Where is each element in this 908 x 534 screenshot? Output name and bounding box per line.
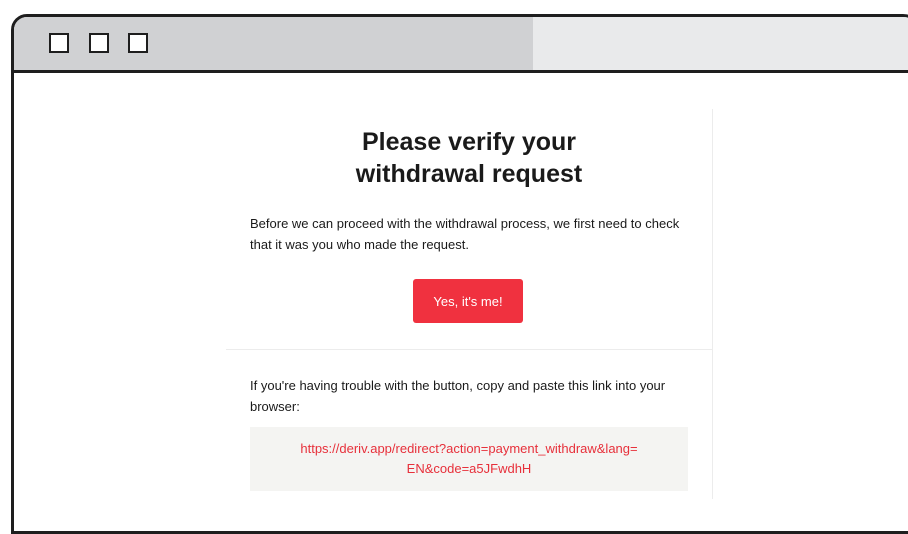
- section-divider: [226, 349, 712, 350]
- email-title-line-2: withdrawal request: [355, 160, 583, 188]
- confirm-button[interactable]: Yes, it's me!: [413, 279, 523, 323]
- fallback-link-box: https://deriv.app/redirect?action=paymen…: [250, 427, 688, 491]
- title-bar-tab-area: [533, 17, 908, 70]
- email-card: Please verify your withdrawal request Be…: [226, 109, 713, 509]
- email-title: Please verify your withdrawal request: [226, 126, 712, 190]
- intro-text: Before we can proceed with the withdrawa…: [250, 216, 680, 252]
- fallback-link-line-1: https://deriv.app/redirect?action=paymen…: [300, 441, 638, 456]
- fallback-link[interactable]: https://deriv.app/redirect?action=paymen…: [300, 441, 637, 476]
- browser-window: Please verify your withdrawal request Be…: [11, 14, 908, 534]
- window-control-square-icon[interactable]: [128, 33, 148, 53]
- card-right-border: [712, 109, 713, 499]
- fallback-text: If you're having trouble with the button…: [250, 378, 666, 414]
- window-control-square-icon[interactable]: [89, 33, 109, 53]
- email-title-line-1: Please verify your: [361, 128, 576, 156]
- fallback-link-line-2: EN&code=a5JFwdhH: [406, 461, 532, 476]
- title-bar: [14, 17, 908, 73]
- window-control-square-icon[interactable]: [49, 33, 69, 53]
